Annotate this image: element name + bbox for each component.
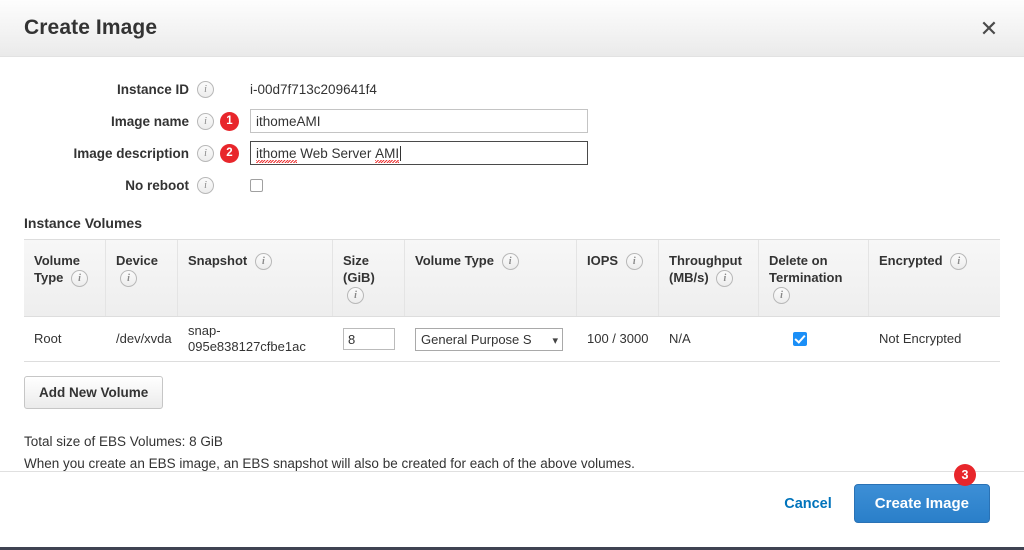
chevron-down-icon: ▾	[552, 334, 558, 347]
create-image-dialog: Create Image ✕ Instance ID i i-00d7f713c…	[0, 0, 1024, 550]
delete-on-termination-checkbox[interactable]	[793, 332, 807, 346]
image-name-input[interactable]	[250, 109, 588, 133]
form-row-no-reboot: No reboot i	[0, 169, 1024, 201]
no-reboot-checkbox[interactable]	[250, 178, 263, 192]
notes-block: Total size of EBS Volumes: 8 GiB When yo…	[24, 431, 1024, 475]
badge-slot: 2	[214, 143, 240, 163]
text-caret	[400, 145, 402, 161]
annotation-badge-1: 1	[220, 111, 239, 131]
instance-volumes-title: Instance Volumes	[24, 215, 143, 231]
cell-size	[333, 328, 405, 350]
table-row: Root /dev/xvda snap- 095e838127cfbe1ac G…	[24, 317, 1000, 361]
column-header-delete-on-termination: Delete on Termination i	[759, 240, 869, 316]
instance-volumes-table: Volume Type i Device i Snapshot i Size (…	[24, 239, 1000, 362]
dialog-footer: Cancel Create Image 3	[0, 464, 1024, 535]
info-icon[interactable]: i	[197, 176, 214, 194]
form-area: Instance ID i i-00d7f713c209641f4 Image …	[0, 57, 1024, 201]
misspelled-word: ithome	[256, 145, 297, 163]
column-header-encrypted: Encrypted i	[869, 240, 992, 316]
info-icon[interactable]: i	[716, 270, 734, 288]
column-header-throughput: Throughput (MB/s) i	[659, 240, 759, 316]
column-header-device: Device i	[106, 240, 178, 316]
form-row-image-description: Image description i 2 ithome Web Server …	[0, 137, 1024, 169]
annotation-badge-2: 2	[220, 143, 239, 163]
column-header-snapshot: Snapshot i	[178, 240, 333, 316]
total-size-text: Total size of EBS Volumes: 8 GiB	[24, 434, 223, 449]
info-icon[interactable]: i	[120, 270, 137, 288]
cell-encrypted: Not Encrypted	[879, 331, 962, 346]
cell-volume-type: Root	[34, 331, 62, 346]
info-icon[interactable]: i	[625, 253, 643, 271]
info-icon[interactable]: i	[197, 112, 214, 130]
no-reboot-label: No reboot	[125, 177, 189, 193]
add-new-volume-button[interactable]: Add New Volume	[24, 376, 164, 409]
volume-size-input[interactable]	[343, 328, 395, 350]
form-row-instance-id: Instance ID i i-00d7f713c209641f4	[0, 73, 1024, 105]
create-image-button[interactable]: Create Image	[853, 484, 990, 523]
image-description-input[interactable]: ithome Web Server AMI	[250, 141, 588, 165]
info-icon[interactable]: i	[347, 287, 364, 305]
cell-delete-on-termination	[759, 332, 869, 346]
instance-id-label: Instance ID	[116, 81, 189, 97]
badge-slot: 1	[214, 111, 240, 131]
cell-throughput: N/A	[669, 331, 691, 346]
column-header-volume-type: Volume Type i	[24, 240, 106, 316]
info-icon[interactable]: i	[950, 253, 968, 271]
form-row-image-name: Image name i 1	[0, 105, 1024, 137]
misspelled-word: AMI	[375, 145, 400, 163]
dialog-body: Instance ID i i-00d7f713c209641f4 Image …	[0, 57, 1024, 475]
column-header-iops: IOPS i	[577, 240, 659, 316]
image-name-label: Image name	[110, 113, 189, 129]
instance-id-value: i-00d7f713c209641f4	[250, 81, 377, 97]
volume-type-dropdown[interactable]: General Purpose S ▾	[415, 327, 563, 351]
annotation-badge-3: 3	[954, 464, 976, 486]
column-header-volume-type-2: Volume Type i	[405, 240, 577, 316]
cell-snapshot: snap- 095e838127cfbe1ac	[188, 323, 306, 354]
create-image-button-wrap: Create Image 3	[853, 464, 990, 523]
info-icon[interactable]: i	[71, 270, 89, 288]
close-icon[interactable]: ✕	[976, 16, 1002, 42]
description-text: Web Server	[296, 145, 376, 161]
info-icon[interactable]: i	[254, 253, 272, 271]
column-header-size: Size (GiB) i	[333, 240, 405, 316]
info-icon[interactable]: i	[501, 253, 519, 271]
dialog-header: Create Image ✕	[0, 0, 1024, 57]
info-icon[interactable]: i	[197, 144, 214, 162]
info-icon[interactable]: i	[197, 80, 214, 98]
cancel-button[interactable]: Cancel	[784, 496, 832, 512]
image-description-label: Image description	[73, 145, 189, 161]
cell-device: /dev/xvda	[116, 331, 172, 346]
info-icon[interactable]: i	[773, 287, 790, 305]
cell-volume-type-select: General Purpose S ▾	[405, 327, 577, 351]
table-header-row: Volume Type i Device i Snapshot i Size (…	[24, 240, 1000, 317]
cell-iops: 100 / 3000	[587, 331, 649, 346]
volume-type-selected-value: General Purpose S	[421, 331, 532, 347]
page-title: Create Image	[24, 16, 158, 39]
